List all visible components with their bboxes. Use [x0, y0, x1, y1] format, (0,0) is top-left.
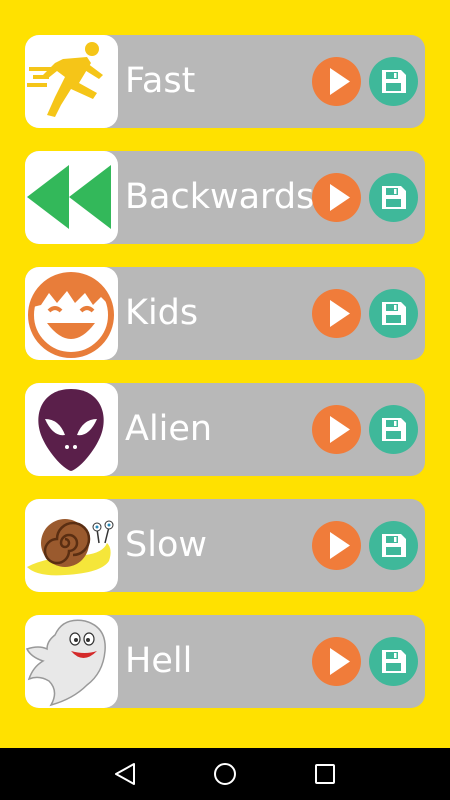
effects-list: Fast Backwards Kids Alien Slow Hell [25, 35, 425, 731]
effect-label: Slow [125, 525, 207, 565]
save-button[interactable] [369, 521, 418, 570]
recents-square-icon[interactable] [310, 759, 340, 789]
play-button[interactable] [312, 289, 361, 338]
save-button[interactable] [369, 405, 418, 454]
kid-face-icon [25, 267, 118, 360]
play-button[interactable] [312, 57, 361, 106]
play-button[interactable] [312, 173, 361, 222]
effect-row-alien[interactable]: Alien [25, 383, 425, 476]
effect-label: Alien [125, 409, 213, 449]
effect-label: Fast [125, 61, 196, 101]
effect-row-slow[interactable]: Slow [25, 499, 425, 592]
running-man-icon [25, 35, 118, 128]
home-circle-icon[interactable] [210, 759, 240, 789]
save-button[interactable] [369, 289, 418, 338]
save-button[interactable] [369, 637, 418, 686]
play-button[interactable] [312, 405, 361, 454]
snail-icon [25, 499, 118, 592]
effect-row-backwards[interactable]: Backwards [25, 151, 425, 244]
alien-head-icon [25, 383, 118, 476]
effect-label: Kids [125, 293, 199, 333]
ghost-icon [25, 615, 118, 708]
rewind-icon [25, 151, 118, 244]
effect-row-fast[interactable]: Fast [25, 35, 425, 128]
save-button[interactable] [369, 57, 418, 106]
play-button[interactable] [312, 521, 361, 570]
effect-row-kids[interactable]: Kids [25, 267, 425, 360]
save-button[interactable] [369, 173, 418, 222]
play-button[interactable] [312, 637, 361, 686]
effect-label: Backwards [125, 177, 315, 217]
back-triangle-icon[interactable] [110, 759, 140, 789]
effect-row-hell[interactable]: Hell [25, 615, 425, 708]
android-navigation-bar [0, 748, 450, 800]
effect-label: Hell [125, 641, 193, 681]
